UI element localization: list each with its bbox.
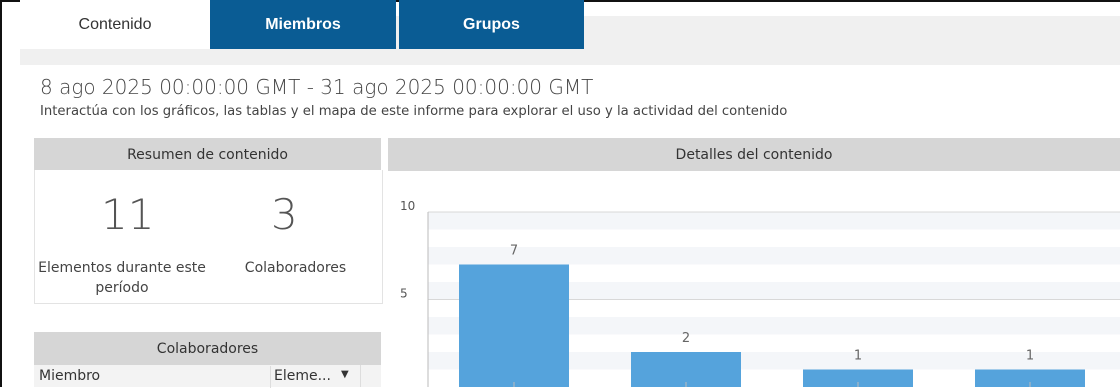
grid-band (428, 212, 1120, 230)
column-divider-2 (360, 365, 361, 387)
tab-contenido[interactable]: Contenido (20, 0, 210, 49)
column-divider (270, 366, 271, 388)
grid-band (428, 247, 1120, 265)
bar-chart-svg: 5 10 7 2 1 1 (400, 199, 1120, 387)
column-header-member[interactable]: Miembro (39, 368, 100, 384)
y-tick-label: 5 (400, 287, 408, 301)
column-header-items[interactable]: Eleme... (274, 368, 331, 384)
bar-value-label: 1 (1026, 349, 1034, 364)
details-header: Detalles del contenido (388, 138, 1120, 171)
content-details-chart: 5 10 7 2 1 1 (388, 170, 1120, 387)
contributors-label: Colaboradores (244, 260, 347, 276)
summary-panel: 11 3 Elementos durante este período Cola… (34, 170, 383, 304)
tab-miembros[interactable]: Miembros (210, 0, 396, 49)
bar (631, 352, 741, 387)
contributors-count: 3 (271, 190, 298, 239)
contributors-header: Colaboradores (34, 332, 381, 365)
summary-header: Resumen de contenido (34, 138, 381, 171)
contributors-table-header: Miembro Eleme... ▼ (34, 365, 381, 388)
report-subtitle: Interactúa con los gráficos, las tablas … (40, 104, 788, 119)
tab-grupos[interactable]: Grupos (399, 0, 584, 49)
items-count: 11 (101, 190, 155, 239)
y-tick-label: 10 (400, 199, 415, 213)
sort-desc-icon[interactable]: ▼ (341, 369, 349, 380)
items-label: Elementos durante este período (38, 260, 206, 296)
bar (459, 264, 569, 387)
bar-value-label: 7 (510, 244, 518, 259)
bar-value-label: 2 (682, 331, 690, 346)
bar-value-label: 1 (854, 349, 862, 364)
date-range: 8 ago 2025 00:00:00 GMT - 31 ago 2025 00… (40, 75, 594, 99)
